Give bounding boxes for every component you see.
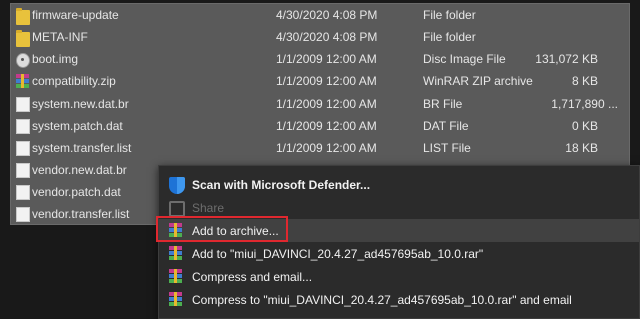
winrar-icon <box>169 292 185 308</box>
file-name: vendor.new.dat.br <box>32 163 127 177</box>
file-type: File folder <box>423 8 476 22</box>
file-type: Disc Image File <box>423 52 506 66</box>
menu-item-label: Add to "miui_DAVINCI_20.4.27_ad457695ab_… <box>192 247 484 261</box>
file-icon <box>16 163 30 178</box>
winrar-icon <box>169 269 185 285</box>
menu-item-label: Compress and email... <box>192 270 313 284</box>
file-icon <box>16 97 30 112</box>
file-icon <box>16 185 30 200</box>
folder-icon <box>16 8 30 25</box>
file-name: system.patch.dat <box>32 119 123 133</box>
file-date: 1/1/2009 12:00 AM <box>276 119 377 133</box>
file-type: File folder <box>423 30 476 44</box>
highlight-annotation-box <box>156 216 288 242</box>
file-row-meta-inf[interactable]: META-INF 4/30/2020 4:08 PM File folder <box>10 27 630 48</box>
menu-item-scan-defender[interactable]: Scan with Microsoft Defender... <box>159 173 639 196</box>
menu-item-label: Share <box>192 201 225 215</box>
file-type: LIST File <box>423 141 471 155</box>
menu-item-label: Compress to "miui_DAVINCI_20.4.27_ad4576… <box>192 293 572 307</box>
file-row-system-new-dat-br[interactable]: system.new.dat.br 1/1/2009 12:00 AM BR F… <box>10 94 630 115</box>
file-date: 1/1/2009 12:00 AM <box>276 141 377 155</box>
file-date: 4/30/2020 4:08 PM <box>276 8 378 22</box>
defender-shield-icon <box>169 177 185 194</box>
menu-item-compress-and-email[interactable]: Compress and email... <box>159 265 639 288</box>
file-size: 8 KB <box>571 74 598 88</box>
file-size: 1,717,890 ... <box>551 97 618 111</box>
file-icon <box>16 119 30 134</box>
file-name: compatibility.zip <box>32 74 116 88</box>
menu-item-compress-to-rar-and-email[interactable]: Compress to "miui_DAVINCI_20.4.27_ad4576… <box>159 288 639 311</box>
file-row-boot-img[interactable]: boot.img 1/1/2009 12:00 AM Disc Image Fi… <box>10 49 630 70</box>
file-date: 1/1/2009 12:00 AM <box>276 52 377 66</box>
file-size: 0 KB <box>571 119 598 133</box>
file-row-compatibility-zip[interactable]: compatibility.zip 1/1/2009 12:00 AM WinR… <box>10 71 630 92</box>
file-row-firmware-update[interactable]: firmware-update 4/30/2020 4:08 PM File f… <box>10 5 630 26</box>
file-name: firmware-update <box>32 8 119 22</box>
file-name: boot.img <box>32 52 79 66</box>
winrar-icon <box>16 74 30 89</box>
file-name: vendor.transfer.list <box>32 207 130 221</box>
share-icon <box>169 201 185 217</box>
menu-item-label: Scan with Microsoft Defender... <box>192 178 371 192</box>
file-type: DAT File <box>423 119 469 133</box>
context-menu: Scan with Microsoft Defender... Share Ad… <box>158 165 640 319</box>
file-date: 4/30/2020 4:08 PM <box>276 30 378 44</box>
folder-icon <box>16 30 30 47</box>
file-icon <box>16 141 30 156</box>
file-row-system-transfer-list[interactable]: system.transfer.list 1/1/2009 12:00 AM L… <box>10 138 630 159</box>
winrar-icon <box>169 246 185 262</box>
file-icon <box>16 207 30 222</box>
file-size: 131,072 KB <box>535 52 598 66</box>
file-name: system.new.dat.br <box>32 97 129 111</box>
file-date: 1/1/2009 12:00 AM <box>276 74 377 88</box>
file-row-system-patch-dat[interactable]: system.patch.dat 1/1/2009 12:00 AM DAT F… <box>10 116 630 137</box>
file-name: META-INF <box>32 30 88 44</box>
menu-item-add-to-rar[interactable]: Add to "miui_DAVINCI_20.4.27_ad457695ab_… <box>159 242 639 265</box>
file-name: system.transfer.list <box>32 141 132 155</box>
file-type: WinRAR ZIP archive <box>423 74 533 88</box>
disc-image-icon <box>16 53 30 68</box>
file-name: vendor.patch.dat <box>32 185 121 199</box>
file-size: 18 KB <box>565 141 598 155</box>
file-type: BR File <box>423 97 463 111</box>
file-date: 1/1/2009 12:00 AM <box>276 97 377 111</box>
